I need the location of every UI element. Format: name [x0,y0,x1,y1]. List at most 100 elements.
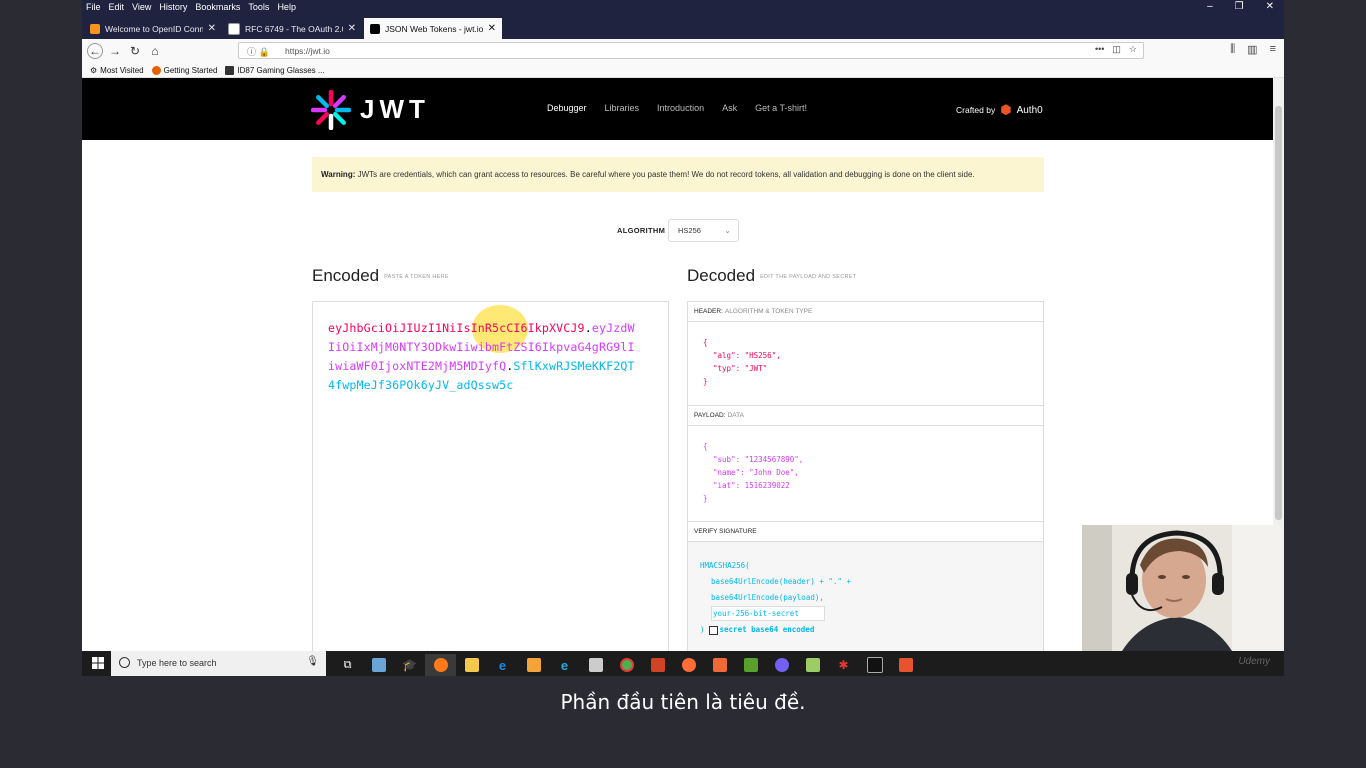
microphone-icon[interactable]: 🎙 [306,656,319,667]
library-icon[interactable]: ⫼ [1230,43,1235,56]
back-icon[interactable]: ← [87,43,103,59]
restore-icon[interactable]: ❐ [1235,1,1244,12]
media-player-icon[interactable] [518,654,549,676]
firefox-icon [151,65,161,75]
menu-bookmarks[interactable]: Bookmarks [195,2,240,12]
tab-rfc6749[interactable]: RFC 6749 - The OAuth 2.0 Auth ✕ [222,18,362,39]
close-tab-icon[interactable]: ✕ [208,23,216,34]
bookmark-label: Getting Started [163,65,218,75]
auth0-shield-icon: ⬢ [1000,102,1012,117]
hamburger-menu-icon[interactable]: ≡ [1270,43,1276,56]
encoded-subtitle: PASTE A TOKEN HERE [384,273,449,280]
presenter-webcam-image [1082,525,1282,651]
token-dot: . [584,321,592,335]
powerpoint-icon[interactable] [642,654,673,676]
site-nav: Debugger Libraries Introduction Ask Get … [547,103,807,113]
url-bar[interactable]: ⓘ 🔒 https://jwt.io ••• ◫ ☆ [238,42,1144,59]
home-icon[interactable]: ⌂ [147,43,163,59]
bookmarks-bar: ⚙ Most Visited Getting Started ID87 Gami… [82,63,1284,78]
navigation-bar: ← → ↻ ⌂ ⓘ 🔒 https://jwt.io ••• ◫ ☆ ⫼ ▥ ≡ [82,39,1284,64]
scrollbar-thumb[interactable] [1275,106,1282,520]
sublime-icon[interactable] [704,654,735,676]
site-header: JWT Debugger Libraries Introduction Ask … [82,78,1273,140]
menu-file[interactable]: File [86,2,101,12]
postman-icon[interactable] [673,654,704,676]
base64-checkbox[interactable] [708,625,718,635]
forward-icon[interactable]: → [107,43,123,59]
algorithm-value: HS256 [678,226,701,235]
windows-start-icon[interactable] [92,657,104,669]
camtasia-icon[interactable] [735,654,766,676]
nav-libraries[interactable]: Libraries [605,103,640,113]
bookmark-star-icon[interactable]: ☆ [1129,44,1137,55]
encoded-token-editor[interactable]: eyJhbGciOiJIUzI1NiIsInR5cCI6IkpXVCJ9.eyJ… [312,301,669,651]
close-window-icon[interactable]: ✕ [1266,1,1274,12]
menu-history[interactable]: History [159,2,187,12]
jwt-logo-icon[interactable] [311,90,351,130]
base64-checkbox-label: secret base64 encoded [719,625,815,634]
app-icon[interactable] [363,654,394,676]
webcam-overlay [1082,525,1282,651]
decoded-panel: HEADER: ALGORITHM & TOKEN TYPE { "alg": "… [687,301,1044,651]
taskbar-search-box[interactable]: Type here to search 🎙 [111,651,326,676]
page-actions-icon[interactable]: ••• [1095,44,1104,55]
bookmark-gaming-glasses[interactable]: ID87 Gaming Glasses ... [225,65,325,75]
viber-icon[interactable] [766,654,797,676]
menu-edit[interactable]: Edit [109,2,125,12]
nav-ask[interactable]: Ask [722,103,737,113]
photos-icon[interactable] [580,654,611,676]
tab-openid[interactable]: Welcome to OpenID Connect ✕ [84,18,222,39]
header-json-editor[interactable]: { "alg": "HS256", "typ": "JWT" } [688,322,1043,406]
token-text[interactable]: eyJhbGciOiJIUzI1NiIsInR5cCI6IkpXVCJ9.eyJ… [328,319,638,395]
crafted-by-label: Crafted by [956,105,996,115]
task-view-icon[interactable]: ⧉ [332,654,363,676]
graduation-app-icon[interactable]: 🎓 [394,654,425,676]
secret-input[interactable]: your-256-bit-secret [711,606,825,621]
cortana-icon [119,657,130,668]
windows-taskbar: Type here to search 🎙 ⧉ 🎓 e e ✱ Udemy [82,651,1284,676]
warning-banner: Warning: JWTs are credentials, which can… [312,157,1044,192]
bookmark-most-visited[interactable]: ⚙ Most Visited [90,66,144,75]
internet-explorer-icon[interactable]: e [549,654,580,676]
tab-title: RFC 6749 - The OAuth 2.0 Auth [245,23,343,34]
firefox-taskbar-icon[interactable] [425,654,456,676]
nav-tshirt[interactable]: Get a T-shirt! [755,103,807,113]
json-line-name: "name": "John Doe", [713,468,799,477]
tab-jwt[interactable]: JSON Web Tokens - jwt.io ✕ [364,18,502,39]
sidebar-icon[interactable]: ▥ [1247,43,1257,56]
close-tab-icon[interactable]: ✕ [488,23,496,34]
minimize-icon[interactable]: – [1207,1,1213,12]
json-line-iat: "iat": 1516239022 [713,481,790,490]
nav-debugger[interactable]: Debugger [547,103,587,113]
terminal-icon[interactable] [859,654,890,676]
decoded-heading: Decoded EDIT THE PAYLOAD AND SECRET [687,266,856,286]
close-tab-icon[interactable]: ✕ [348,23,356,34]
encoded-heading: Encoded PASTE A TOKEN HERE [312,266,449,286]
menu-help[interactable]: Help [277,2,296,12]
video-subtitle: Phần đầu tiên là tiêu đề. [560,690,806,714]
algorithm-select[interactable]: HS256 ⌄ [668,219,739,242]
auth0-brand: Auth0 [1016,104,1043,116]
udemy-watermark: Udemy [1238,656,1270,667]
file-explorer-icon[interactable] [456,654,487,676]
encoded-title: Encoded [312,266,380,285]
payload-json-editor[interactable]: { "sub": "1234567890", "name": "John Doe… [688,426,1043,522]
algorithm-label: ALGORITHM [617,226,666,235]
edge-icon[interactable]: e [487,654,518,676]
crafted-by[interactable]: Crafted by ⬢ Auth0 [956,102,1043,118]
menu-view[interactable]: View [132,2,151,12]
reload-icon[interactable]: ↻ [127,43,143,59]
notepad-icon[interactable] [797,654,828,676]
pocket-icon[interactable]: ◫ [1112,44,1121,55]
menu-tools[interactable]: Tools [248,2,269,12]
token-header-part: eyJhbGciOiJIUzI1NiIsInR5cCI6IkpXVCJ9 [328,321,585,335]
nav-introduction[interactable]: Introduction [657,103,704,113]
chrome-icon[interactable] [611,654,642,676]
menu-bar: File Edit View History Bookmarks Tools H… [82,0,1284,15]
json-line-typ: "typ": "JWT" [713,364,768,373]
bug-app-icon[interactable]: ✱ [828,654,859,676]
bookmark-getting-started[interactable]: Getting Started [151,65,218,75]
header-label: HEADER: [694,308,723,315]
bookmark-label: ID87 Gaming Glasses ... [237,65,325,75]
recorder-icon[interactable] [890,654,921,676]
